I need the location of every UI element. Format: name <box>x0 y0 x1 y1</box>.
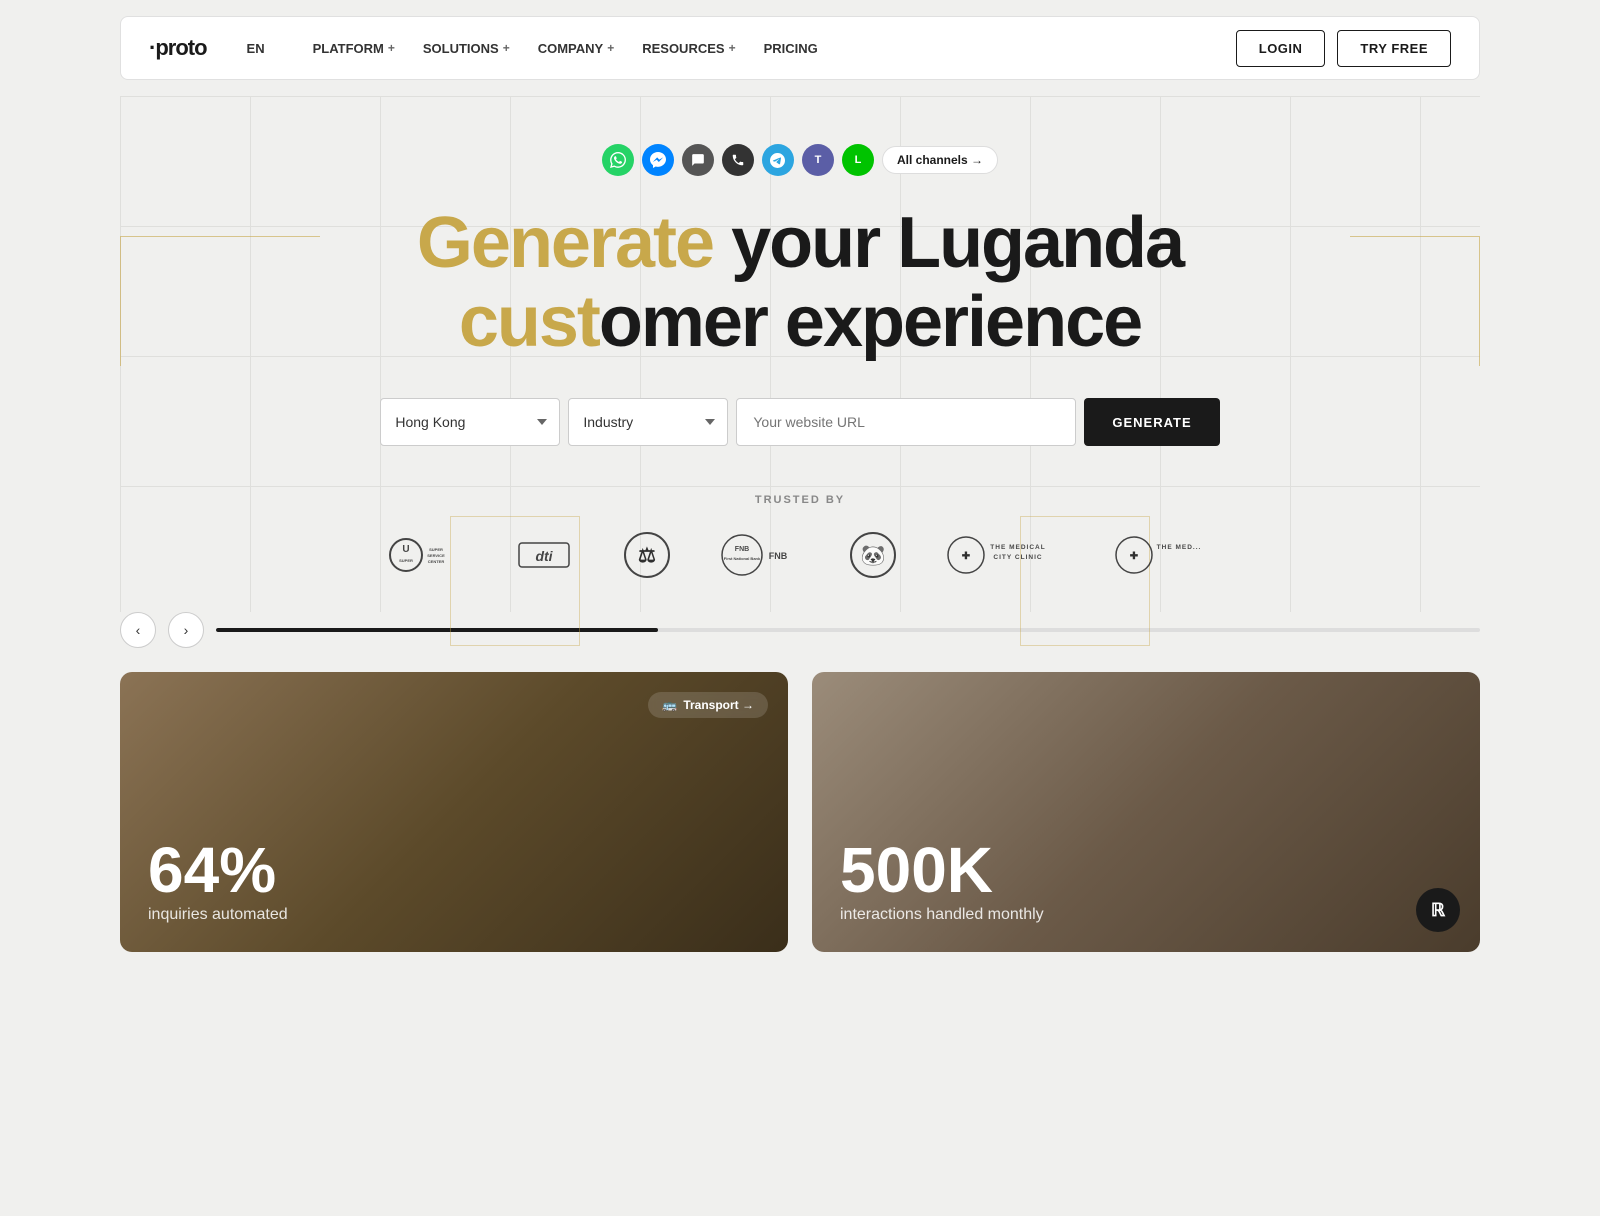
carousel-prev-button[interactable]: ‹ <box>120 612 156 648</box>
nav-pricing[interactable]: PRICING <box>752 33 830 64</box>
stat-cards-row: 🚌 Transport → 64% inquiries automated 50… <box>120 672 1480 952</box>
logo-dti: dti <box>514 530 574 580</box>
country-select[interactable]: Hong Kong Philippines Uganda Kenya Niger… <box>380 398 560 446</box>
trusted-section: TRUSTED BY U SUPER SUPER SERVICE CENTER <box>160 494 1440 612</box>
svg-text:FNB: FNB <box>735 546 749 553</box>
nav-links: PLATFORM + SOLUTIONS + COMPANY + RESOURC… <box>301 33 1204 64</box>
logo-medical-city: ✚ THE MEDICAL CITY CLINIC <box>946 530 1066 580</box>
svg-text:SUPER: SUPER <box>429 547 443 552</box>
svg-text:THE MEDICAL: THE MEDICAL <box>990 544 1045 551</box>
svg-text:THE MED...: THE MED... <box>1157 544 1202 551</box>
svg-text:FNB: FNB <box>769 551 788 561</box>
stat-card-transport: 🚌 Transport → 64% inquiries automated <box>120 672 788 952</box>
stat-number-interactions: 500K <box>840 838 1452 902</box>
all-channels-button[interactable]: All channels → <box>882 146 998 174</box>
telegram-icon <box>762 144 794 176</box>
logos-row: U SUPER SUPER SERVICE CENTER dti <box>160 530 1440 612</box>
svg-text:CITY CLINIC: CITY CLINIC <box>993 554 1042 561</box>
svg-text:SUPER: SUPER <box>399 558 413 563</box>
svg-text:dti: dti <box>535 548 553 564</box>
generate-form: Hong Kong Philippines Uganda Kenya Niger… <box>380 398 1219 446</box>
svg-text:✚: ✚ <box>1130 551 1139 562</box>
proto-r-badge: ℝ <box>1416 888 1460 932</box>
teams-icon: T <box>802 144 834 176</box>
hero-headline: Generate your Luganda customer experienc… <box>417 204 1183 362</box>
carousel-next-button[interactable]: › <box>168 612 204 648</box>
stat-card-interactions: 500K interactions handled monthly ℝ <box>812 672 1480 952</box>
svg-text:CENTER: CENTER <box>428 559 445 564</box>
svg-text:U: U <box>402 544 409 555</box>
nav-platform[interactable]: PLATFORM + <box>301 33 407 64</box>
stat-desc-transport: inquiries automated <box>148 906 760 924</box>
svg-text:⚖: ⚖ <box>638 545 656 567</box>
navbar: ·proto EN PLATFORM + SOLUTIONS + COMPANY… <box>120 16 1480 80</box>
line-icon: L <box>842 144 874 176</box>
hero-content: T L All channels → Generate your Luganda… <box>120 96 1480 612</box>
carousel-track <box>216 628 1480 632</box>
sms-icon <box>682 144 714 176</box>
whatsapp-icon <box>602 144 634 176</box>
carousel-progress <box>216 628 658 632</box>
nav-actions: LOGIN TRY FREE <box>1236 30 1451 67</box>
industry-select[interactable]: Industry Retail Banking Healthcare Trans… <box>568 398 728 446</box>
stat-desc-interactions: interactions handled monthly <box>840 906 1452 924</box>
try-free-button[interactable]: TRY FREE <box>1337 30 1451 67</box>
stat-number-transport: 64% <box>148 838 760 902</box>
transport-badge: 🚌 Transport → <box>648 692 768 718</box>
url-input[interactable] <box>736 398 1076 446</box>
logo-org: ⚖ <box>622 530 672 580</box>
logo-medical-city-south: ✚ THE MED... <box>1114 530 1214 580</box>
nav-solutions[interactable]: SOLUTIONS + <box>411 33 522 64</box>
svg-text:✚: ✚ <box>962 551 971 562</box>
svg-text:🐼: 🐼 <box>861 543 886 567</box>
logo-super-service-center: U SUPER SUPER SERVICE CENTER <box>386 530 466 580</box>
svg-text:First National Bank: First National Bank <box>724 556 761 561</box>
carousel-controls: ‹ › <box>120 612 1480 648</box>
channels-row: T L All channels → <box>602 144 998 176</box>
trusted-label: TRUSTED BY <box>755 494 845 506</box>
phone-icon <box>722 144 754 176</box>
logo-wwf: 🐼 <box>848 530 898 580</box>
hero-section: T L All channels → Generate your Luganda… <box>120 96 1480 612</box>
logo[interactable]: ·proto <box>149 35 207 61</box>
lang-selector[interactable]: EN <box>247 41 265 56</box>
generate-button[interactable]: GENERATE <box>1084 398 1219 446</box>
nav-company[interactable]: COMPANY + <box>526 33 627 64</box>
messenger-icon <box>642 144 674 176</box>
login-button[interactable]: LOGIN <box>1236 30 1326 67</box>
nav-resources[interactable]: RESOURCES + <box>630 33 747 64</box>
svg-text:SERVICE: SERVICE <box>427 553 445 558</box>
logo-fnb: FNB First National Bank FNB <box>720 530 800 580</box>
